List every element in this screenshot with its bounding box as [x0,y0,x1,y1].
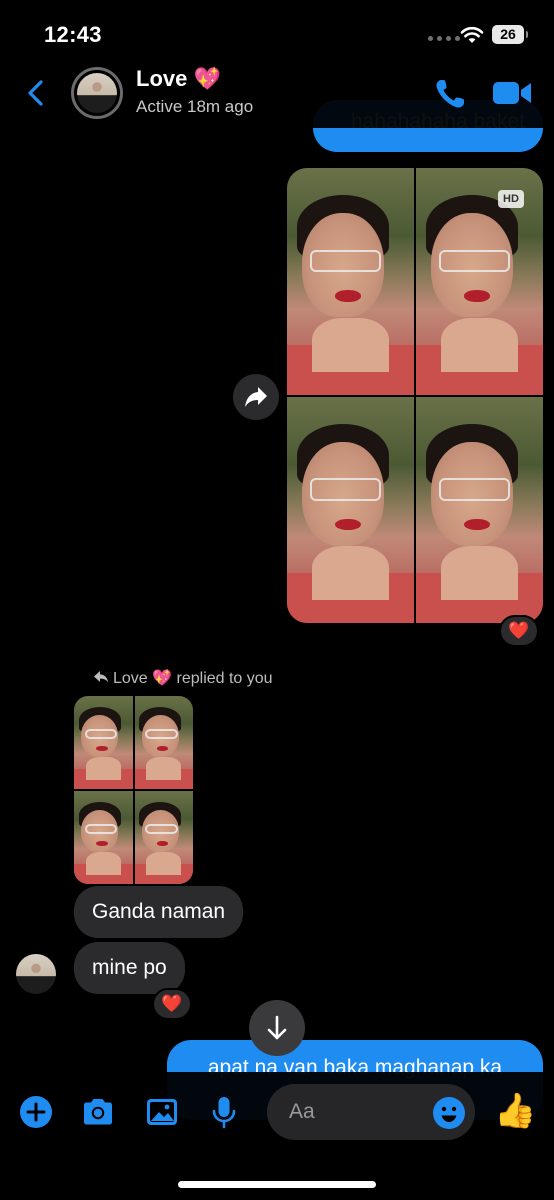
home-indicator [178,1181,376,1188]
incoming-message[interactable]: mine po [74,942,185,994]
photo[interactable] [134,696,193,789]
chat-header: Love 💖 Active 18m ago [0,62,554,128]
reply-label: Love 💖 replied to you [93,668,273,688]
heart-reaction[interactable]: ❤️ [152,988,192,1020]
outgoing-photo-grid[interactable] [287,168,543,623]
emoji-icon[interactable] [432,1096,466,1130]
contact-name[interactable]: Love 💖 [136,66,221,92]
contact-status: Active 18m ago [136,97,254,116]
camera-icon[interactable] [80,1094,116,1130]
reply-label-text: Love 💖 replied to you [113,670,273,687]
phone-icon[interactable] [432,76,468,112]
contact-avatar[interactable] [71,67,123,119]
share-button[interactable] [233,374,279,420]
incoming-message[interactable]: Ganda naman [74,886,244,938]
reply-arrow-icon [94,671,108,683]
photo[interactable] [287,168,414,395]
photo[interactable] [74,791,133,884]
video-camera-icon[interactable] [492,78,532,108]
photo[interactable] [74,696,133,789]
add-icon[interactable] [18,1094,54,1130]
reply-photo-grid[interactable] [74,696,193,884]
status-time: 12:43 [44,22,102,47]
back-chevron-icon[interactable] [20,76,54,110]
heart-reaction[interactable]: ❤️ [499,615,539,647]
scroll-down-button[interactable] [249,1000,305,1056]
sender-avatar[interactable] [16,954,56,994]
image-icon[interactable] [144,1094,180,1130]
photo[interactable] [416,396,543,623]
thumbs-up-icon[interactable]: 👍 [494,1090,536,1132]
photo[interactable] [134,791,193,884]
hd-badge: HD [498,190,524,208]
microphone-icon[interactable] [206,1094,242,1130]
photo[interactable] [287,396,414,623]
forward-arrow-icon [245,387,267,407]
status-bar: 12:43 26 [0,0,554,62]
battery-indicator: 26 [492,25,528,44]
wifi-icon [460,26,484,43]
signal-icon [428,36,460,41]
arrow-down-icon [267,1015,287,1040]
